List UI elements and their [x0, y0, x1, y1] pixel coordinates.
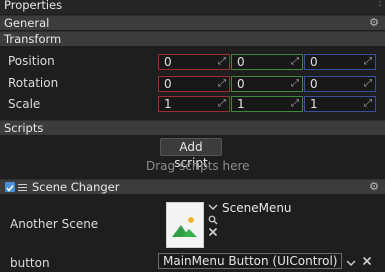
panel-menu-grip-icon[interactable]: ⋮ — [375, 0, 385, 8]
drag-scripts-hint: Drag scripts here — [146, 159, 250, 173]
expand-icon[interactable]: ⤢ — [291, 77, 299, 91]
position-y-value: 0 — [237, 55, 245, 69]
transform-section-header[interactable]: Transform — [0, 31, 385, 46]
another-scene-value: SceneMenu — [222, 201, 292, 215]
expand-icon[interactable]: ⤢ — [218, 55, 226, 69]
scale-label: Scale — [8, 97, 41, 111]
scripts-section-label: Scripts — [4, 121, 44, 135]
position-y-field[interactable]: 0 ⤢ — [231, 54, 303, 70]
position-x-value: 0 — [164, 55, 172, 69]
position-z-value: 0 — [310, 55, 318, 69]
button-reference-field[interactable]: MainMenu Button (UIControl) — [158, 253, 342, 269]
expand-icon[interactable]: ⤢ — [218, 77, 226, 91]
general-section-header[interactable]: General ⚙ — [0, 15, 385, 30]
search-icon[interactable] — [208, 215, 218, 227]
chevron-down-icon[interactable] — [208, 203, 218, 215]
panel-title: Properties — [4, 0, 63, 12]
scene-file-icon — [172, 217, 197, 237]
expand-icon[interactable]: ⤢ — [291, 97, 299, 111]
transform-section-label: Transform — [4, 32, 62, 46]
general-section-label: General — [4, 16, 50, 30]
expand-icon[interactable]: ⤢ — [218, 97, 226, 111]
scale-y-field[interactable]: 1 ⤢ — [231, 96, 303, 112]
expand-icon[interactable]: ⤢ — [364, 55, 372, 69]
add-script-button[interactable]: Add script — [160, 138, 222, 170]
rotation-z-field[interactable]: 0 ⤢ — [304, 76, 376, 92]
scale-x-field[interactable]: 1 ⤢ — [158, 96, 230, 112]
scene-changer-header[interactable]: Scene Changer ⚙ — [0, 179, 385, 194]
enabled-checkbox[interactable] — [5, 182, 15, 192]
scale-y-value: 1 — [237, 97, 245, 111]
rotation-x-field[interactable]: 0 ⤢ — [158, 76, 230, 92]
scale-x-value: 1 — [164, 97, 172, 111]
scene-changer-label: Scene Changer — [32, 180, 120, 194]
rotation-x-value: 0 — [164, 77, 172, 91]
button-field-label: button — [10, 256, 50, 270]
expand-icon[interactable]: ⤢ — [364, 77, 372, 91]
scripts-section-header[interactable]: Scripts — [0, 120, 385, 135]
properties-title-bar: Properties ⋮ — [0, 0, 385, 14]
checkmark-icon — [6, 185, 14, 192]
scene-asset-thumbnail[interactable] — [166, 202, 204, 248]
rotation-y-field[interactable]: 0 ⤢ — [231, 76, 303, 92]
scale-z-value: 1 — [310, 97, 318, 111]
scene-changer-gear-icon[interactable]: ⚙ — [369, 180, 379, 194]
position-z-field[interactable]: 0 ⤢ — [304, 54, 376, 70]
drag-handle-icon[interactable] — [18, 184, 27, 191]
rotation-z-value: 0 — [310, 77, 318, 91]
position-label: Position — [8, 54, 55, 68]
general-gear-icon[interactable]: ⚙ — [369, 16, 379, 30]
expand-icon[interactable]: ⤢ — [291, 55, 299, 69]
position-x-field[interactable]: 0 ⤢ — [158, 54, 230, 70]
chevron-down-icon[interactable] — [346, 257, 356, 269]
rotation-y-value: 0 — [237, 77, 245, 91]
rotation-label: Rotation — [8, 76, 59, 90]
expand-icon[interactable]: ⤢ — [364, 97, 372, 111]
scale-z-field[interactable]: 1 ⤢ — [304, 96, 376, 112]
another-scene-label: Another Scene — [10, 217, 99, 231]
clear-icon[interactable] — [362, 256, 372, 268]
clear-icon[interactable] — [208, 227, 218, 239]
